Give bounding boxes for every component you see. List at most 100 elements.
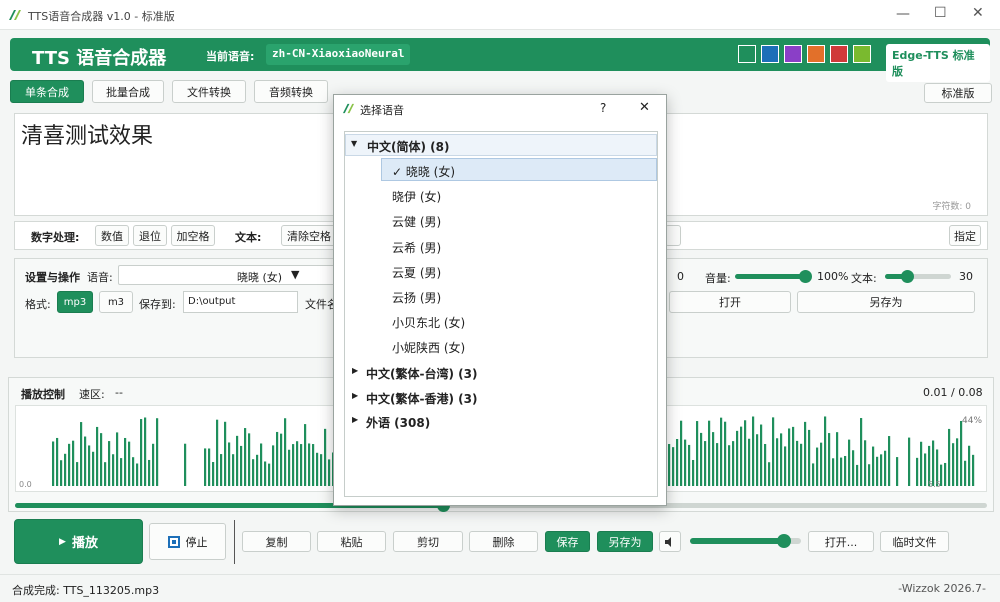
open-file-button[interactable]: 打开... [808, 531, 874, 552]
waveform-bar [696, 421, 699, 486]
copy-button[interactable]: 复制 [242, 531, 311, 552]
waveform-bar [916, 457, 919, 486]
theme-swatch[interactable] [830, 45, 848, 63]
format-m3-button[interactable]: m3 [99, 291, 133, 313]
waveform-bar [212, 462, 215, 486]
std-button[interactable]: 标准版 [924, 83, 992, 103]
main-volume-slider[interactable] [690, 534, 801, 548]
numproc-value-button[interactable]: 数值 [95, 225, 129, 246]
waveform-bar [876, 456, 879, 486]
temp-file-button[interactable]: 临时文件 [880, 531, 949, 552]
tree-item[interactable]: 云扬 (男) [392, 289, 441, 306]
waveform-bar [252, 459, 255, 486]
playback-title: 播放控制 [21, 388, 65, 401]
waveform-bar [796, 440, 799, 486]
tab-single[interactable]: 单条合成 [10, 80, 84, 103]
tree-item[interactable]: 小妮陕西 (女) [392, 339, 465, 356]
title-bar: TTS语音合成器 v1.0 - 标准版 — ☐ ✕ [0, 0, 1000, 30]
tree-item[interactable]: 小贝东北 (女) [392, 314, 465, 331]
theme-swatch[interactable] [738, 45, 756, 63]
waveform-bar [744, 420, 747, 486]
help-icon[interactable]: ? [600, 101, 606, 115]
numproc-space-button[interactable]: 加空格 [171, 225, 215, 246]
theme-swatch[interactable] [761, 45, 779, 63]
close-window-icon[interactable]: ✕ [972, 5, 984, 21]
collapsed-caret-icon: ▶ [352, 366, 359, 375]
tab-batch[interactable]: 批量合成 [92, 80, 164, 103]
waveform-start-mark: 0.0 [19, 480, 32, 489]
waveform-bar [804, 421, 807, 486]
minimize-icon[interactable]: — [896, 6, 910, 22]
controls-divider [234, 520, 235, 564]
save-as-settings-button[interactable]: 另存为 [797, 291, 975, 313]
tree-group-zh-cn[interactable]: ▼ 中文(简体) (8) [345, 134, 657, 156]
format-mp3-button[interactable]: mp3 [57, 291, 93, 313]
numproc-right-button[interactable]: 指定 [949, 225, 981, 246]
voice-tree: ▼ 中文(简体) (8) ✓ 晓晓 (女) 晓伊 (女) 云健 (男) 云希 (… [344, 131, 658, 497]
speaker-icon[interactable] [659, 531, 681, 552]
status-text: 合成完成: TTS_113205.mp3 [12, 584, 160, 597]
waveform-bar [856, 464, 859, 486]
waveform-bar [152, 443, 155, 486]
tree-group-zh-tw[interactable]: ▶ 中文(繁体-台湾) (3) [345, 363, 657, 383]
play-button[interactable]: ▶ 播放 [14, 519, 143, 564]
main-volume-thumb[interactable] [777, 534, 792, 548]
maximize-icon[interactable]: ☐ [934, 5, 947, 21]
waveform-bar [112, 454, 115, 486]
waveform-bar [896, 457, 899, 486]
waveform-bar [688, 444, 691, 486]
volume-slider-thumb[interactable] [799, 270, 812, 283]
textsize-slider[interactable] [885, 270, 951, 283]
cut-button[interactable]: 剪切 [393, 531, 463, 552]
voice-dialog: 选择语音 ? ✕ ▼ 中文(简体) (8) ✓ 晓晓 (女) 晓伊 (女) 云健… [333, 94, 667, 506]
waveform-bar [64, 453, 67, 486]
tree-group-foreign[interactable]: ▶ 外语 (308) [345, 412, 657, 432]
dialog-close-icon[interactable]: ✕ [639, 100, 650, 115]
waveform-bar [860, 418, 863, 486]
tree-group-zh-hk[interactable]: ▶ 中文(繁体-香港) (3) [345, 388, 657, 408]
textsize-slider-thumb[interactable] [901, 270, 914, 283]
collapsed-caret-icon: ▶ [352, 415, 359, 424]
numproc-back-button[interactable]: 退位 [133, 225, 167, 246]
waveform-bar [968, 445, 971, 486]
open-folder-button[interactable]: 打开 [669, 291, 791, 313]
waveform-bar [104, 462, 107, 486]
waveform-bar [764, 443, 767, 486]
stop-button[interactable]: 停止 [149, 523, 226, 560]
numproc-extra-button[interactable] [665, 225, 681, 246]
waveform-bar [700, 432, 703, 486]
tab-audio[interactable]: 音频转换 [254, 80, 328, 103]
waveform-bar [740, 426, 743, 486]
waveform-bar [92, 451, 95, 486]
waveform-bar [280, 433, 283, 486]
tab-file[interactable]: 文件转换 [172, 80, 246, 103]
delete-button[interactable]: 删除 [469, 531, 538, 552]
waveform-bar [684, 439, 687, 486]
speed-value: -- [115, 386, 123, 399]
volume-slider[interactable] [735, 270, 812, 283]
save-as-button[interactable]: 另存为 [597, 531, 653, 552]
waveform-bar [784, 446, 787, 486]
save-button[interactable]: 保存 [545, 531, 590, 552]
waveform-bar [248, 433, 251, 486]
waveform-bar [840, 457, 843, 486]
tree-item[interactable]: 晓伊 (女) [392, 188, 441, 205]
expanded-caret-icon: ▼ [351, 139, 358, 148]
paste-button[interactable]: 粘贴 [317, 531, 386, 552]
voice-select[interactable]: 晓晓 (女) ▼ [118, 265, 338, 285]
waveform-bar [848, 439, 851, 486]
tree-item[interactable]: 云夏 (男) [392, 264, 441, 281]
play-label: 播放 [71, 536, 98, 551]
tree-item[interactable]: 云希 (男) [392, 239, 441, 256]
theme-swatch[interactable] [853, 45, 871, 63]
waveform-percent: 44% [962, 416, 983, 426]
clear-spaces-button[interactable]: 清除空格 [281, 225, 337, 246]
stop-icon [167, 535, 180, 548]
save-path-value: D:\output [188, 296, 236, 307]
theme-swatches [738, 45, 871, 63]
tree-item-selected[interactable]: ✓ 晓晓 (女) [381, 158, 657, 181]
tree-item[interactable]: 云健 (男) [392, 213, 441, 230]
save-path-input[interactable]: D:\output [183, 291, 298, 313]
theme-swatch[interactable] [807, 45, 825, 63]
theme-swatch[interactable] [784, 45, 802, 63]
